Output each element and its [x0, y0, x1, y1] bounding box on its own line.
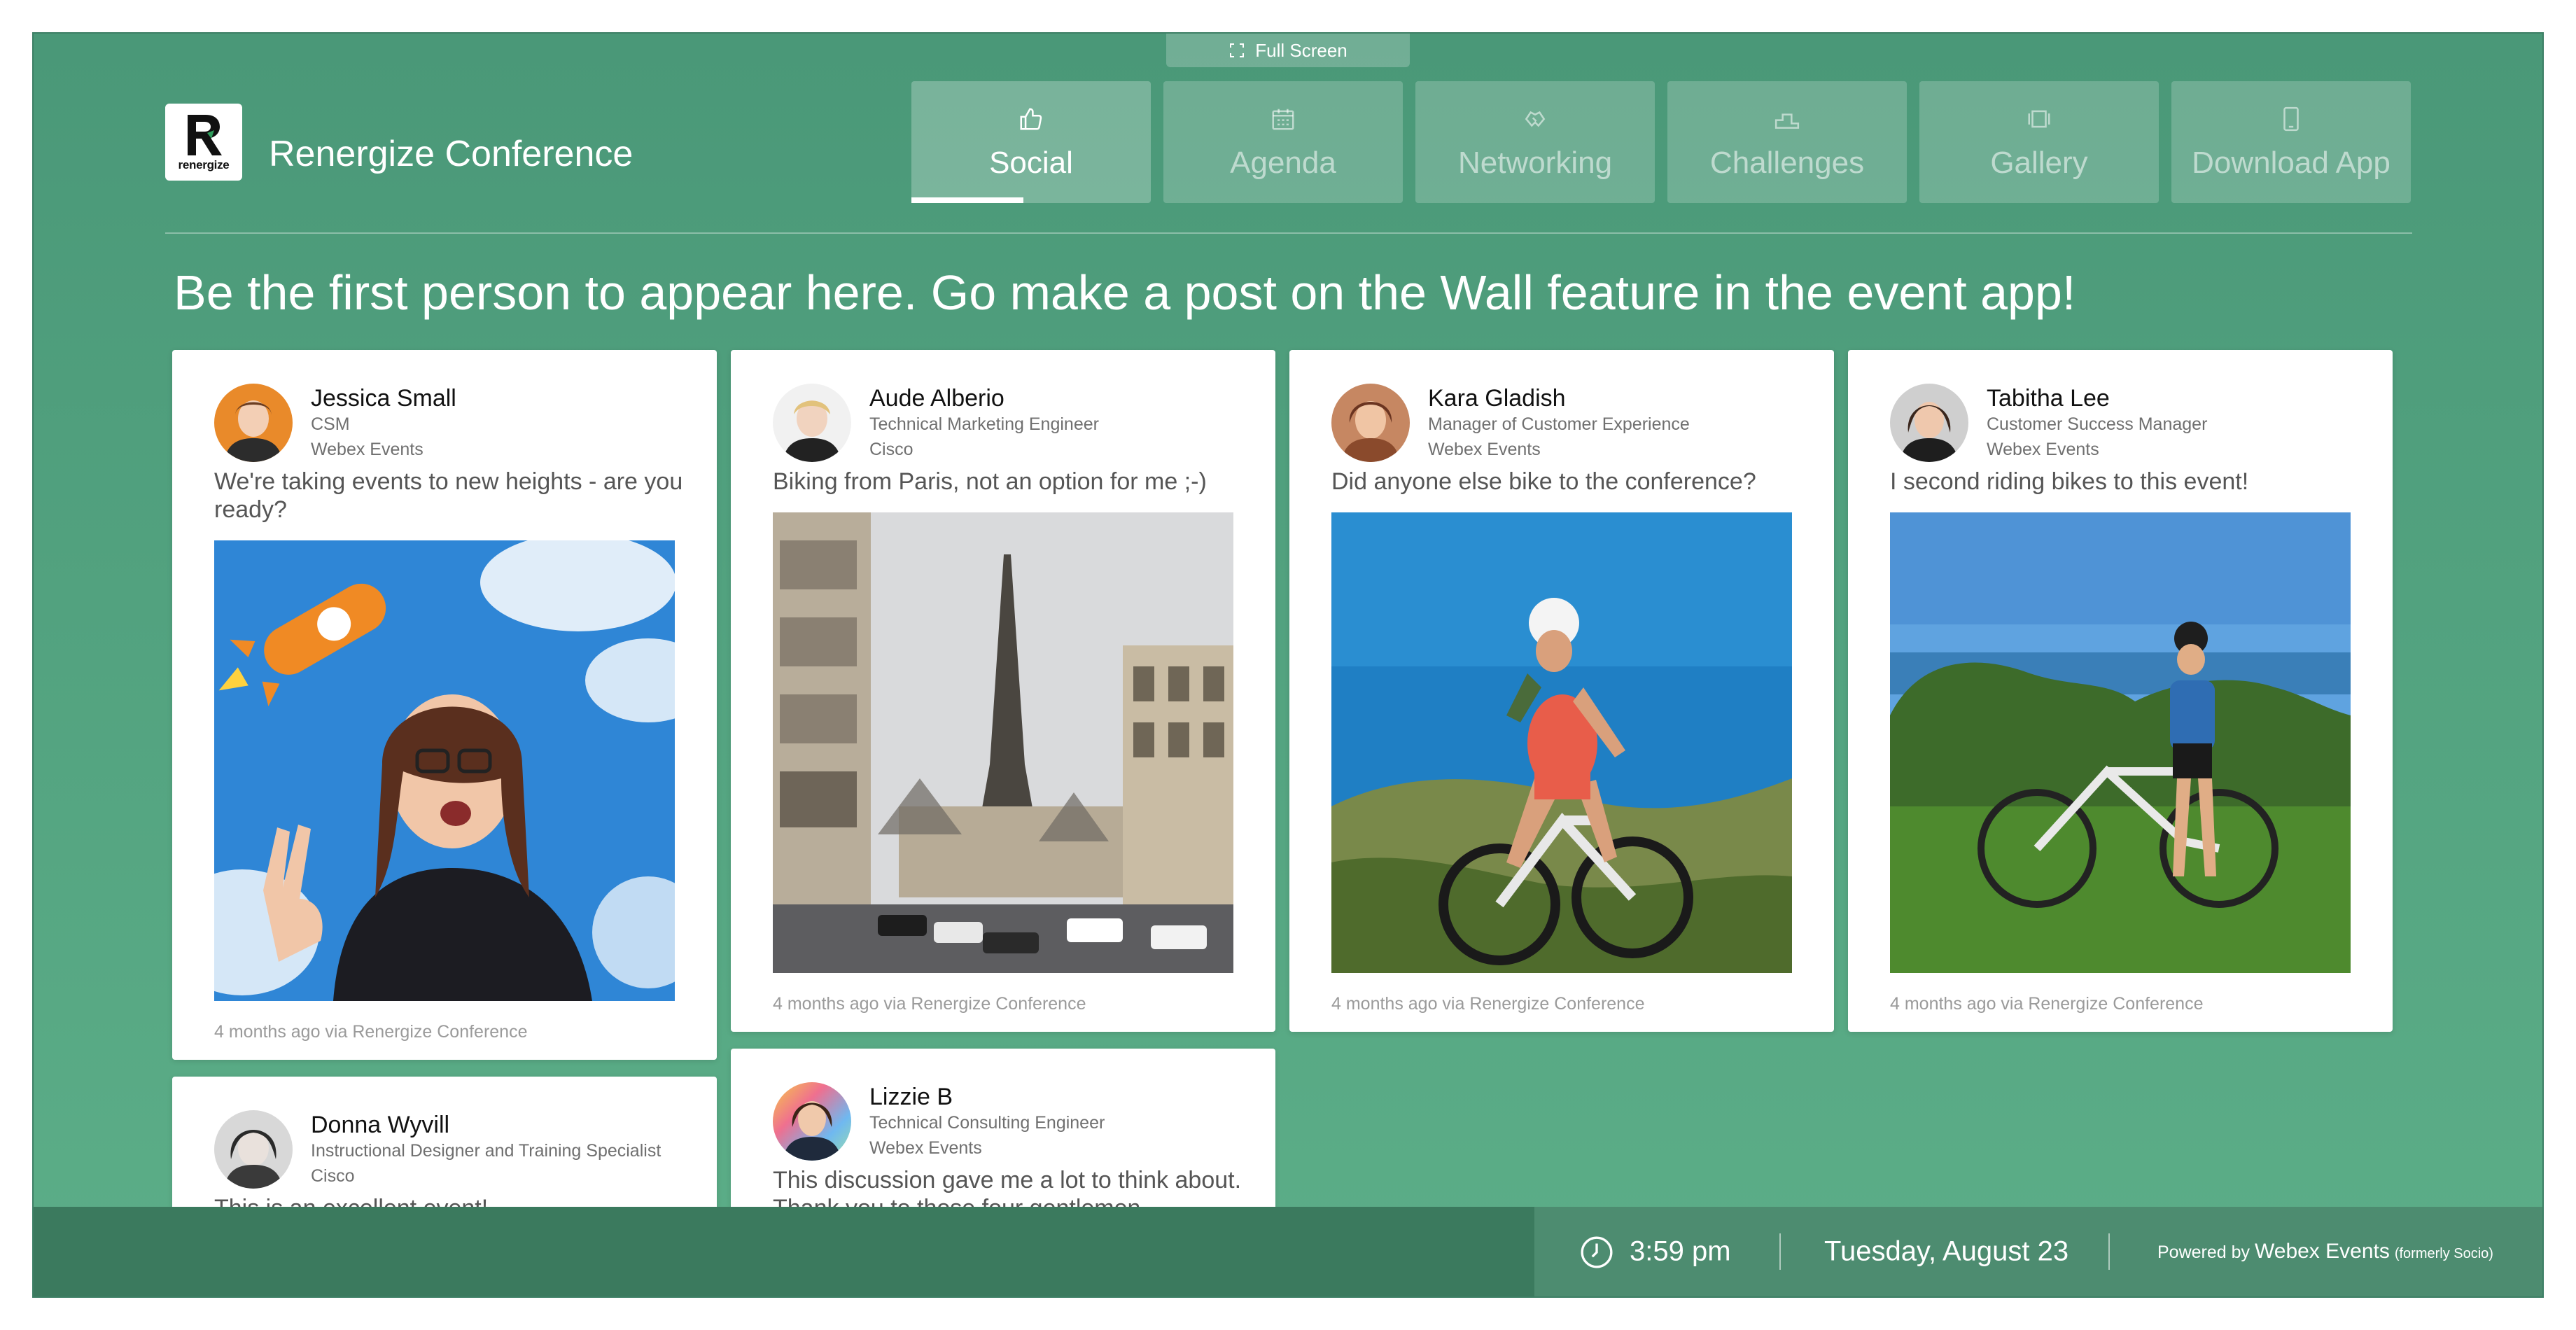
post-author-org: Webex Events: [1428, 440, 1541, 459]
post-text: I second riding bikes to this event!: [1890, 468, 2249, 495]
active-tab-indicator: [911, 197, 1023, 203]
tab-networking-label: Networking: [1457, 146, 1613, 180]
renergize-logo: renergize: [165, 104, 242, 181]
current-time: 3:59 pm: [1630, 1236, 1731, 1267]
post-meta: 4 months ago via Renergize Conference: [1331, 994, 1645, 1014]
post-author-role: Customer Success Manager: [1987, 414, 2208, 434]
expand-icon: [1230, 43, 1245, 57]
post-photo[interactable]: [1890, 512, 2351, 973]
powered-prefix: Powered by: [2157, 1242, 2250, 1262]
tab-agenda[interactable]: Agenda: [1163, 81, 1403, 203]
fullscreen-button[interactable]: Full Screen: [1166, 34, 1410, 67]
app-title: Renergize Conference: [269, 134, 634, 174]
post-author-org: Webex Events: [311, 440, 424, 459]
tab-networking[interactable]: Networking: [1415, 81, 1655, 203]
thumbs-up-icon: [1020, 108, 1042, 130]
post-card[interactable]: Tabitha Lee Customer Success Manager Web…: [1848, 350, 2393, 1032]
handshake-icon: [1525, 111, 1546, 127]
post-author-role: Manager of Customer Experience: [1428, 414, 1690, 434]
post-card[interactable]: Aude Alberio Technical Marketing Enginee…: [731, 350, 1275, 1032]
post-card[interactable]: Kara Gladish Manager of Customer Experie…: [1289, 350, 1834, 1032]
post-meta: 4 months ago via Renergize Conference: [773, 994, 1086, 1014]
post-author-role: Technical Consulting Engineer: [869, 1113, 1105, 1133]
post-author-name: Kara Gladish: [1428, 385, 1566, 412]
post-author-role: Technical Marketing Engineer: [869, 414, 1099, 434]
header-divider: [165, 232, 2412, 234]
post-meta: 4 months ago via Renergize Conference: [1890, 994, 2204, 1014]
fullscreen-label: Full Screen: [1255, 39, 1348, 61]
current-date: Tuesday, August 23: [1824, 1236, 2069, 1267]
post-author-org: Webex Events: [869, 1138, 982, 1158]
status-divider: [1779, 1233, 1781, 1270]
event-display-frame: Full Screen renergize Renergize Conferen…: [34, 34, 2542, 1296]
gallery-icon: [2028, 110, 2050, 128]
tab-download-app[interactable]: Download App: [2171, 81, 2411, 203]
phone-icon: [2283, 106, 2299, 132]
podium-icon: [1774, 113, 1800, 129]
powered-by: Powered by Webex Events (formerly Socio): [2157, 1240, 2493, 1264]
post-author-name: Jessica Small: [311, 385, 456, 412]
post-photo[interactable]: [773, 512, 1233, 973]
post-photo[interactable]: [1331, 512, 1792, 973]
post-author-name: Lizzie B: [869, 1084, 953, 1110]
post-author-name: Aude Alberio: [869, 385, 1004, 412]
post-text: Did anyone else bike to the conference?: [1331, 468, 1756, 495]
avatar: [1331, 384, 1410, 462]
tab-download-app-label: Download App: [2192, 146, 2390, 180]
page-headline: Be the first person to appear here. Go m…: [174, 265, 2076, 320]
calendar-icon: [1272, 108, 1294, 130]
post-author-role: CSM: [311, 414, 350, 434]
avatar: [773, 384, 851, 462]
tab-challenges-label: Challenges: [1709, 146, 1865, 180]
post-meta: 4 months ago via Renergize Conference: [214, 1022, 528, 1042]
logo-mark-icon: [188, 115, 222, 155]
post-author-role: Instructional Designer and Training Spec…: [311, 1141, 662, 1161]
main-nav: Social Agenda Networking Challenges Gall…: [911, 81, 2411, 203]
post-text: Biking from Paris, not an option for me …: [773, 468, 1207, 495]
tab-social[interactable]: Social: [911, 81, 1151, 203]
tab-agenda-label: Agenda: [1230, 146, 1336, 180]
avatar: [214, 384, 293, 462]
logo-text: renergize: [178, 158, 230, 172]
clock-icon: [1581, 1236, 1613, 1268]
status-divider: [2108, 1233, 2110, 1270]
tab-gallery[interactable]: Gallery: [1919, 81, 2159, 203]
post-card[interactable]: Jessica Small CSM Webex Events We're tak…: [172, 350, 717, 1060]
powered-brand: Webex Events: [2254, 1240, 2390, 1263]
bottom-bar: 3:59 pm Tuesday, August 23 Powered by We…: [34, 1207, 2542, 1296]
post-author-org: Cisco: [869, 440, 913, 459]
tab-social-label: Social: [989, 146, 1073, 180]
post-author-org: Webex Events: [1987, 440, 2099, 459]
tab-challenges[interactable]: Challenges: [1667, 81, 1907, 203]
avatar: [773, 1082, 851, 1161]
post-photo[interactable]: [214, 540, 675, 1001]
avatar: [214, 1110, 293, 1189]
post-author-org: Cisco: [311, 1166, 355, 1186]
powered-note: (formerly Socio): [2394, 1246, 2493, 1261]
post-text: We're taking events to new heights - are…: [214, 468, 683, 523]
post-author-name: Donna Wyvill: [311, 1112, 450, 1138]
status-panel: 3:59 pm Tuesday, August 23 Powered by We…: [1534, 1207, 2542, 1296]
avatar: [1890, 384, 1968, 462]
post-author-name: Tabitha Lee: [1987, 385, 2110, 412]
tab-gallery-label: Gallery: [1990, 146, 2088, 180]
